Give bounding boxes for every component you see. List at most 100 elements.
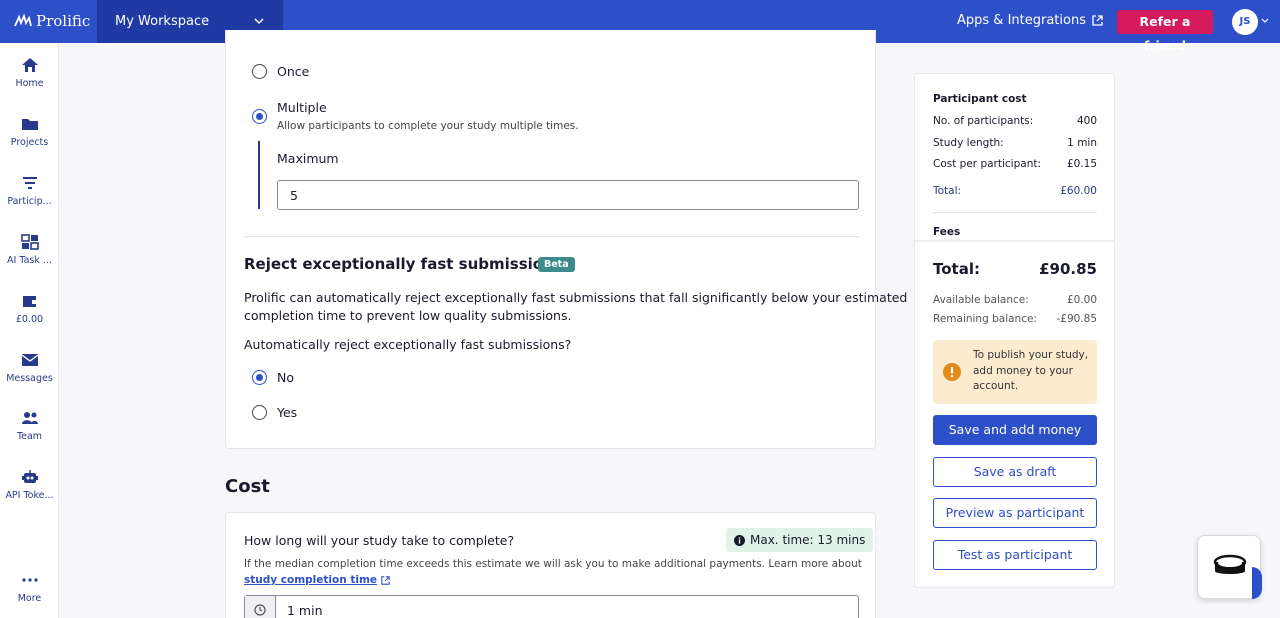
save-as-draft-button[interactable]: Save as draft	[933, 457, 1097, 487]
row-label: Cost per participant:	[933, 158, 1042, 170]
max-time-badge: Max. time: 13 mins	[726, 528, 874, 552]
more-icon	[21, 578, 38, 582]
fees-title: Fees	[933, 226, 961, 238]
mail-icon	[21, 354, 38, 366]
sidebar-item-balance[interactable]: £0.00	[0, 293, 59, 325]
sidebar-item-projects[interactable]: Projects	[0, 116, 59, 148]
save-and-add-money-button[interactable]: Save and add money	[933, 415, 1097, 445]
apps-integrations-link[interactable]: Apps & Integrations	[957, 13, 1103, 28]
maximum-group-rule	[258, 141, 260, 209]
duration-note: If the median completion time exceeds th…	[244, 558, 862, 570]
reject-title: Reject exceptionally fast submissions	[244, 255, 563, 273]
maximum-label: Maximum	[277, 151, 339, 166]
duration-input[interactable]: 1 min	[287, 603, 323, 618]
sidebar-item-label: Messages	[6, 373, 53, 384]
row-value: 400	[1076, 115, 1097, 127]
row-value: -£90.85	[1056, 313, 1097, 325]
sidebar-item-api-tokens[interactable]: API Toke...	[0, 469, 59, 501]
participants-row: No. of participants: 400	[933, 115, 1097, 127]
study-length-row: Study length: 1 min	[933, 137, 1097, 149]
chevron-down-icon[interactable]	[1261, 17, 1269, 25]
duration-question: How long will your study take to complet…	[244, 533, 515, 548]
panel-divider	[933, 212, 1097, 213]
external-link-icon	[381, 575, 390, 585]
row-value: 1 min	[1067, 137, 1097, 149]
home-icon	[21, 58, 38, 72]
duration-input-addon	[245, 596, 276, 618]
reject-no-label: No	[277, 370, 294, 385]
chat-widget-icon	[1213, 554, 1247, 574]
sidebar-item-home[interactable]: Home	[0, 57, 59, 89]
warning-text: To publish your study, add money to your…	[973, 349, 1089, 392]
sidebar-item-ai-task[interactable]: AI Task ...	[0, 234, 59, 266]
add-money-warning: To publish your study, add money to your…	[933, 340, 1097, 404]
prolific-logo[interactable]: Prolific	[14, 12, 90, 30]
logo-text: Prolific	[36, 12, 91, 30]
sidebar-item-label: More	[17, 593, 42, 604]
reject-yes-radio[interactable]	[252, 405, 267, 420]
preview-as-participant-button[interactable]: Preview as participant	[933, 498, 1097, 528]
test-as-participant-button[interactable]: Test as participant	[933, 540, 1097, 570]
row-value: £0.00	[1066, 294, 1097, 306]
once-label: Once	[277, 64, 310, 79]
sidebar-item-label: Projects	[10, 137, 49, 148]
reject-no-radio[interactable]	[252, 370, 267, 385]
sidebar-item-label: Home	[15, 78, 44, 89]
maximum-input[interactable]: 5	[277, 180, 859, 210]
cost-card: How long will your study take to complet…	[225, 512, 876, 618]
panel-shadow-divider	[915, 240, 1114, 242]
warning-icon	[943, 363, 961, 381]
study-settings-card: Once Multiple Allow participants to comp…	[225, 30, 907, 449]
once-radio[interactable]	[252, 64, 267, 79]
total-row: Total: £90.85	[933, 260, 1097, 278]
row-value: £60.00	[1060, 185, 1097, 197]
chevron-down-icon	[254, 18, 264, 25]
reject-question: Automatically reject exceptionally fast …	[244, 337, 572, 352]
max-time-text: Max. time: 13 mins	[750, 533, 866, 547]
row-label: No. of participants:	[933, 115, 1034, 127]
multiple-radio[interactable]	[252, 109, 267, 124]
multiple-description: Allow participants to complete your stud…	[277, 120, 579, 132]
row-value: £0.15	[1066, 158, 1097, 170]
sidebar-item-team[interactable]: Team	[0, 410, 59, 442]
sidebar-item-participants[interactable]: Particip...	[0, 175, 59, 207]
sidebar: Home Projects Particip... AI Task ... £0…	[0, 43, 59, 618]
sidebar-item-label: API Toke...	[5, 490, 54, 501]
sidebar-item-messages[interactable]: Messages	[0, 352, 59, 384]
sidebar-item-label: £0.00	[15, 314, 44, 325]
cost-heading: Cost	[225, 476, 270, 497]
avatar[interactable]: JS	[1232, 9, 1258, 35]
row-label: Available balance:	[933, 294, 1029, 306]
study-completion-link-text: study completion time	[244, 574, 378, 586]
row-label: Remaining balance:	[933, 313, 1037, 325]
subtotal-row: Total: £60.00	[933, 185, 1097, 197]
workspace-name: My Workspace	[115, 14, 210, 29]
chat-widget-badge	[1252, 567, 1262, 599]
multiple-label: Multiple	[277, 100, 327, 115]
refer-friend-button[interactable]: Refer a friend	[1117, 10, 1213, 53]
total-label: Total:	[933, 260, 980, 278]
sidebar-item-label: Team	[16, 431, 43, 442]
available-balance-row: Available balance: £0.00	[933, 294, 1097, 306]
robot-icon	[21, 470, 38, 483]
reject-desc-line2: completion time to prevent low quality s…	[244, 308, 572, 323]
sidebar-item-more[interactable]: More	[0, 572, 59, 604]
prolific-logo-icon	[14, 14, 32, 27]
total-value: £90.85	[1039, 260, 1097, 278]
info-icon	[734, 534, 745, 546]
team-icon	[21, 412, 38, 424]
folder-icon	[21, 119, 38, 130]
section-divider	[244, 236, 859, 237]
filter-icon	[22, 177, 37, 189]
sidebar-item-label: Particip...	[7, 196, 52, 207]
study-completion-link[interactable]: study completion time	[244, 574, 390, 586]
row-label: Total:	[933, 185, 962, 197]
duration-input-group: 1 min	[244, 595, 859, 618]
dashboard-icon	[20, 234, 39, 250]
row-label: Study length:	[933, 137, 1004, 149]
wallet-icon	[22, 296, 37, 307]
cost-per-participant-row: Cost per participant: £0.15	[933, 158, 1097, 170]
remaining-balance-row: Remaining balance: -£90.85	[933, 313, 1097, 325]
participant-cost-title: Participant cost	[933, 93, 1027, 105]
external-link-icon	[1092, 15, 1103, 26]
